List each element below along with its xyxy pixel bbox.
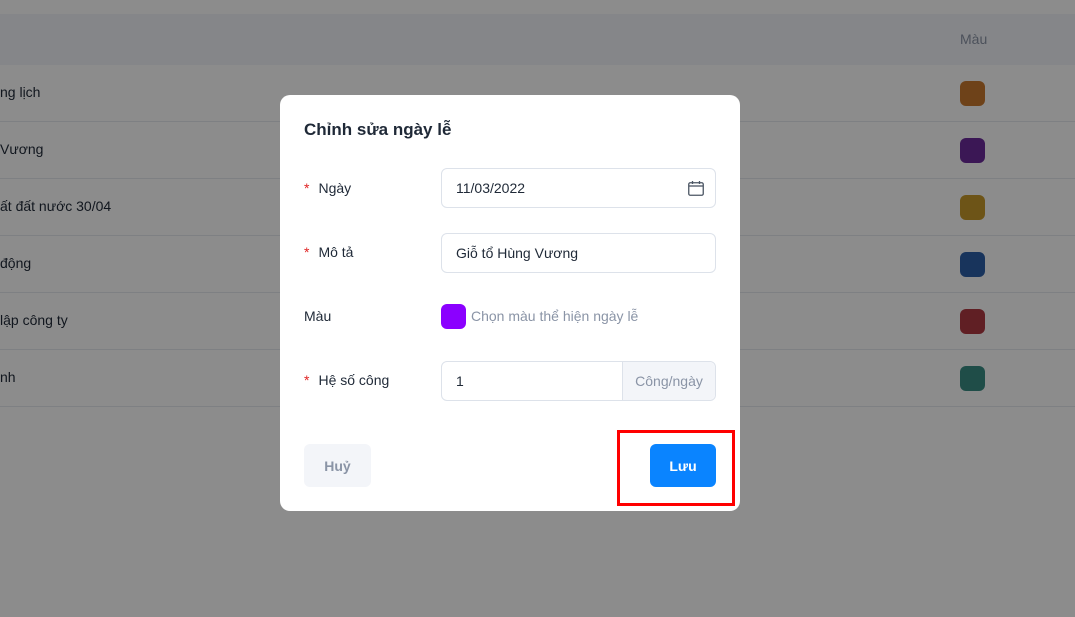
page: Màu ng lịch Vương ất đất nước 30/04 động… [0, 0, 1075, 617]
required-mark: * [304, 372, 310, 388]
coefficient-input[interactable]: 1 Công/ngày [441, 361, 716, 401]
required-mark: * [304, 180, 310, 196]
description-input[interactable]: Giỗ tổ Hùng Vương [441, 233, 716, 273]
cancel-button[interactable]: Huỷ [304, 444, 371, 487]
color-label: Màu [304, 308, 332, 324]
coefficient-label-text: Hệ số công [318, 372, 390, 388]
color-picker-swatch[interactable] [441, 304, 466, 329]
calendar-icon[interactable] [688, 181, 704, 196]
description-label-text: Mô tả [318, 244, 354, 260]
date-input[interactable]: 11/03/2022 [441, 168, 716, 208]
save-button[interactable]: Lưu [650, 444, 716, 487]
color-picker-hint[interactable]: Chọn màu thể hiện ngày lễ [471, 308, 638, 324]
date-value: 11/03/2022 [456, 180, 526, 196]
description-label: * Mô tả [304, 244, 353, 260]
dialog-title: Chỉnh sửa ngày lễ [304, 120, 452, 139]
date-label-text: Ngày [318, 180, 352, 196]
description-value: Giỗ tổ Hùng Vương [456, 245, 579, 261]
edit-holiday-dialog: Chỉnh sửa ngày lễ * Ngày 11/03/2022 * Mô t… [280, 95, 740, 511]
date-label: * Ngày [304, 180, 351, 196]
coefficient-label: * Hệ số công [304, 372, 389, 388]
coefficient-unit-addon: Công/ngày [622, 362, 715, 400]
required-mark: * [304, 244, 310, 260]
coefficient-value: 1 [456, 373, 464, 389]
